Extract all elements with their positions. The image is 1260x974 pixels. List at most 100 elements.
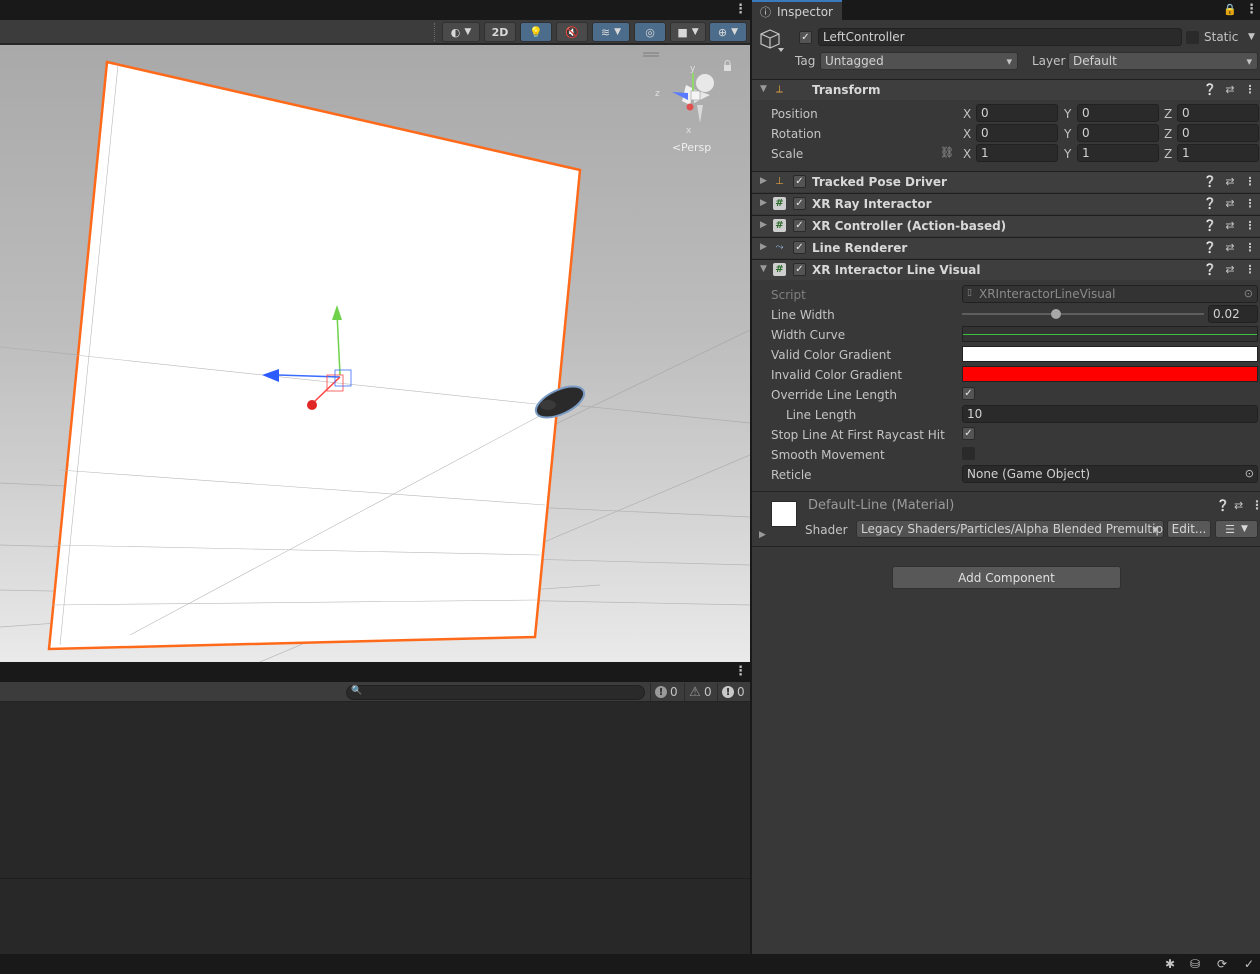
reticle-field[interactable]: None (Game Object) ⊙ bbox=[962, 465, 1258, 483]
axis-x-label[interactable]: X bbox=[963, 107, 971, 121]
valid-color-gradient-field[interactable] bbox=[962, 346, 1258, 362]
help-icon[interactable]: ❔ bbox=[1203, 174, 1217, 188]
persp-label[interactable]: Persp bbox=[681, 141, 711, 154]
foldout-open-icon[interactable]: ▼ bbox=[760, 264, 767, 274]
console-error-count[interactable]: ! 0 bbox=[717, 683, 749, 701]
width-curve-field[interactable] bbox=[962, 326, 1258, 342]
help-icon[interactable]: ❔ bbox=[1203, 82, 1217, 96]
component-menu-icon[interactable]: ⋮ bbox=[1243, 82, 1257, 96]
shader-dropdown[interactable]: Legacy Shaders/Particles/Alpha Blended P… bbox=[856, 520, 1164, 538]
debug-bug-icon[interactable]: ✱ bbox=[1163, 957, 1177, 971]
gameobject-name-field[interactable]: LeftController bbox=[818, 28, 1182, 46]
gizmos-button[interactable]: ⊕ ▼ bbox=[709, 22, 747, 42]
scale-y-field[interactable]: 1 bbox=[1077, 144, 1159, 162]
xr-controller-header[interactable]: ▶ # ✓ XR Controller (Action-based) ❔ ⇄ ⋮ bbox=[752, 215, 1260, 236]
component-enabled-checkbox[interactable]: ✓ bbox=[793, 263, 806, 276]
component-menu-icon[interactable]: ⋮ bbox=[1243, 240, 1257, 254]
line-width-slider[interactable] bbox=[962, 313, 1204, 315]
tab-inspector[interactable]: ⓘ Inspector bbox=[752, 0, 842, 21]
add-component-button[interactable]: Add Component bbox=[892, 566, 1121, 589]
lock-icon[interactable]: 🔒 bbox=[1223, 3, 1237, 16]
rotation-x-field[interactable]: 0 bbox=[976, 124, 1058, 142]
preset-sliders-icon[interactable]: ⇄ bbox=[1223, 174, 1237, 188]
tracked-pose-driver-header[interactable]: ▶ ⊥ ✓ Tracked Pose Driver ❔ ⇄ ⋮ bbox=[752, 171, 1260, 192]
preset-sliders-icon[interactable]: ⇄ bbox=[1223, 262, 1237, 276]
static-chevron-down-icon[interactable]: ▼ bbox=[1248, 32, 1255, 42]
rotation-y-field[interactable]: 0 bbox=[1077, 124, 1159, 142]
preset-sliders-icon[interactable]: ⇄ bbox=[1223, 196, 1237, 210]
component-menu-icon[interactable]: ⋮ bbox=[1243, 196, 1257, 210]
help-icon[interactable]: ❔ bbox=[1203, 240, 1217, 254]
console-warning-count[interactable]: ⚠ 0 bbox=[684, 683, 716, 701]
xr-line-visual-header[interactable]: ▼ # ✓ XR Interactor Line Visual ❔ ⇄ ⋮ bbox=[752, 259, 1260, 280]
component-menu-icon[interactable]: ⋮ bbox=[1251, 498, 1260, 512]
preset-sliders-icon[interactable]: ⇄ bbox=[1223, 82, 1237, 96]
console-search-input[interactable]: 🔍 bbox=[346, 685, 645, 700]
component-menu-icon[interactable]: ⋮ bbox=[1243, 174, 1257, 188]
selected-plane[interactable] bbox=[47, 60, 582, 651]
inspector-menu-icon[interactable]: ⋮ bbox=[1245, 2, 1258, 17]
component-enabled-checkbox[interactable]: ✓ bbox=[793, 241, 806, 254]
auto-refresh-icon[interactable]: ⟳ bbox=[1215, 957, 1229, 971]
scale-z-field[interactable]: 1 bbox=[1177, 144, 1259, 162]
component-menu-icon[interactable]: ⋮ bbox=[1243, 218, 1257, 232]
help-icon[interactable]: ❔ bbox=[1216, 499, 1230, 512]
help-icon[interactable]: ❔ bbox=[1203, 196, 1217, 210]
rotation-z-field[interactable]: 0 bbox=[1177, 124, 1259, 142]
effects-toggle-button[interactable]: ≋ ▼ bbox=[592, 22, 630, 42]
axis-y-label[interactable]: Y bbox=[1064, 107, 1071, 121]
foldout-closed-icon[interactable]: ▶ bbox=[759, 530, 766, 540]
smooth-movement-checkbox[interactable] bbox=[962, 447, 975, 460]
toggle-2d-button[interactable]: 2D bbox=[484, 22, 516, 42]
axis-x-label[interactable]: X bbox=[963, 147, 971, 161]
line-length-field[interactable]: 10 bbox=[962, 405, 1258, 423]
gameobject-active-checkbox[interactable]: ✓ bbox=[799, 31, 812, 44]
gizmo-grip-icon[interactable] bbox=[643, 52, 659, 57]
shader-options-button[interactable]: ☰ ▼ bbox=[1215, 520, 1258, 538]
axis-z-label[interactable]: Z bbox=[1164, 127, 1172, 141]
shading-mode-button[interactable]: ◐ ▼ bbox=[442, 22, 480, 42]
override-line-length-checkbox[interactable]: ✓ bbox=[962, 387, 975, 400]
preset-sliders-icon[interactable]: ⇄ bbox=[1223, 218, 1237, 232]
scene-viewport[interactable]: y z x < Persp bbox=[0, 45, 750, 662]
preset-sliders-icon[interactable]: ⇄ bbox=[1223, 240, 1237, 254]
preset-sliders-icon[interactable]: ⇄ bbox=[1234, 499, 1243, 512]
invalid-color-gradient-field[interactable] bbox=[962, 366, 1258, 382]
console-info-count[interactable]: ! 0 bbox=[650, 683, 682, 701]
component-enabled-checkbox[interactable]: ✓ bbox=[793, 219, 806, 232]
scene-visibility-button[interactable]: ◎ bbox=[634, 22, 666, 42]
component-menu-icon[interactable]: ⋮ bbox=[1243, 262, 1257, 276]
foldout-closed-icon[interactable]: ▶ bbox=[760, 242, 767, 252]
progress-check-icon[interactable]: ✓ bbox=[1242, 957, 1256, 971]
component-enabled-checkbox[interactable]: ✓ bbox=[793, 175, 806, 188]
axis-y-label[interactable]: Y bbox=[1064, 147, 1071, 161]
position-y-field[interactable]: 0 bbox=[1077, 104, 1159, 122]
foldout-closed-icon[interactable]: ▶ bbox=[760, 176, 767, 186]
component-enabled-checkbox[interactable]: ✓ bbox=[793, 197, 806, 210]
line-width-field[interactable]: 0.02 bbox=[1208, 305, 1258, 323]
scene-menu-icon[interactable]: ⋮ bbox=[734, 2, 747, 17]
constrain-proportions-icon[interactable]: ⛓ bbox=[940, 146, 954, 159]
foldout-closed-icon[interactable]: ▶ bbox=[760, 220, 767, 230]
console-menu-icon[interactable]: ⋮ bbox=[734, 664, 747, 679]
xr-ray-interactor-header[interactable]: ▶ # ✓ XR Ray Interactor ❔ ⇄ ⋮ bbox=[752, 193, 1260, 214]
foldout-closed-icon[interactable]: ▶ bbox=[760, 198, 767, 208]
lighting-toggle-button[interactable]: 💡 bbox=[520, 22, 552, 42]
console-split-divider[interactable] bbox=[0, 878, 750, 879]
material-preview-swatch[interactable] bbox=[771, 501, 797, 527]
scale-x-field[interactable]: 1 bbox=[976, 144, 1058, 162]
tag-dropdown[interactable]: Untagged bbox=[820, 52, 1018, 70]
layer-dropdown[interactable]: Default bbox=[1068, 52, 1258, 70]
help-icon[interactable]: ❔ bbox=[1203, 262, 1217, 276]
gizmo-lock-icon[interactable] bbox=[724, 60, 731, 72]
axis-z-label[interactable]: Z bbox=[1164, 147, 1172, 161]
orientation-gizmo[interactable] bbox=[672, 73, 714, 123]
transform-header[interactable]: ▼ ⟂ Transform ❔ ⇄ ⋮ bbox=[752, 79, 1260, 100]
stop-line-checkbox[interactable]: ✓ bbox=[962, 427, 975, 440]
axis-z-label[interactable]: Z bbox=[1164, 107, 1172, 121]
line-renderer-header[interactable]: ▶ ⤳ ✓ Line Renderer ❔ ⇄ ⋮ bbox=[752, 237, 1260, 258]
object-picker-icon[interactable]: ⊙ bbox=[1245, 467, 1254, 480]
shader-edit-button[interactable]: Edit... bbox=[1167, 520, 1211, 538]
audio-toggle-button[interactable]: 🔇 bbox=[556, 22, 588, 42]
position-x-field[interactable]: 0 bbox=[976, 104, 1058, 122]
